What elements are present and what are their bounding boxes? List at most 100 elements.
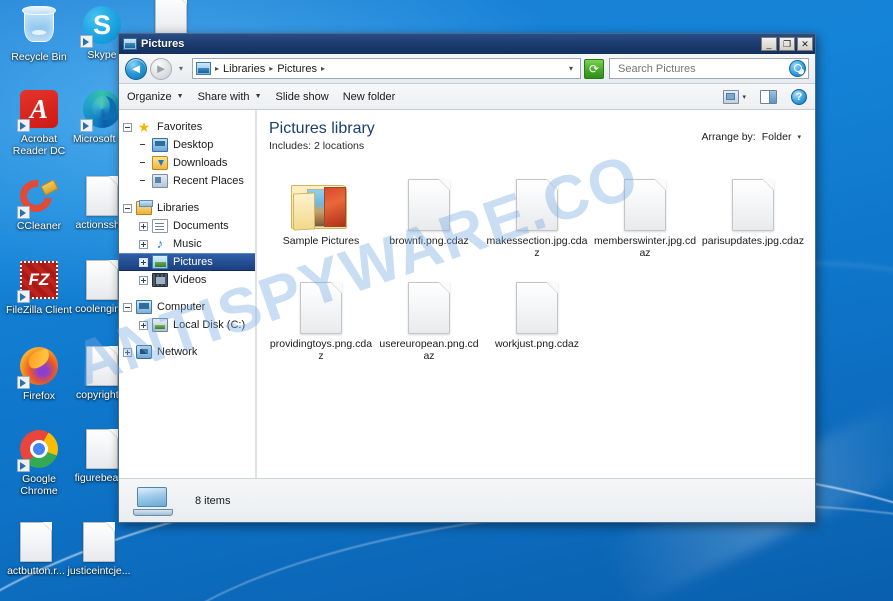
organize-button[interactable]: Organize ▼ <box>127 91 184 103</box>
expand-icon[interactable] <box>139 320 148 330</box>
desktop-icon-filezilla-client[interactable]: FileZilla Client <box>3 259 75 317</box>
sidebar-item-label: Videos <box>173 274 207 286</box>
expand-icon[interactable] <box>139 275 148 285</box>
sidebar-item-computer[interactable]: Computer <box>119 298 255 316</box>
address-dropdown-icon[interactable]: ▾ <box>569 64 577 73</box>
sidebar-item-music[interactable]: ♪ Music <box>119 235 255 253</box>
desktop-icon-ccleaner[interactable]: CCleaner <box>3 173 75 233</box>
sidebar-item-videos[interactable]: Videos <box>119 271 255 289</box>
sidebar-item-libraries[interactable]: Libraries <box>119 199 255 217</box>
file-grid[interactable]: Sample Pictures brownfi.png.cdaz makessect… <box>257 152 815 370</box>
explorer-window[interactable]: Pictures _ ❐ ✕ ◄ ► ▾ ▸ Libraries ▸ Pictu… <box>118 33 816 523</box>
includes-value[interactable]: 2 locations <box>314 140 364 152</box>
desktop-icon-recycle-bin[interactable]: Recycle Bin <box>3 4 75 64</box>
desktop-icon-acrobat-reader-dc[interactable]: Acrobat Reader DC <box>3 88 75 157</box>
help-button[interactable]: ? <box>791 88 807 105</box>
sidebar-item-label: Local Disk (C:) <box>173 319 246 331</box>
refresh-icon[interactable]: ⟳ <box>584 58 604 79</box>
sidebar-item-local-disk-c[interactable]: Local Disk (C:) <box>119 316 255 334</box>
tree-group: Network <box>119 343 255 361</box>
file-name-label: memberswinter.jpg.cdaz <box>593 235 697 259</box>
libraries-icon <box>136 200 153 215</box>
forward-button[interactable]: ► <box>150 57 172 80</box>
shortcut-overlay-icon <box>80 119 93 132</box>
status-item-count: 8 items <box>195 494 231 507</box>
breadcrumb-item-libraries[interactable]: Libraries <box>223 63 265 75</box>
file-item[interactable]: usereuropean.png.cdaz <box>375 267 483 370</box>
collapse-icon[interactable] <box>123 203 132 213</box>
desktop-icon-google-chrome[interactable]: Google Chrome <box>3 428 75 497</box>
desktop-icon-label: Recycle Bin <box>11 51 67 63</box>
arrange-by-label: Arrange by: <box>701 131 756 143</box>
search-icon[interactable] <box>789 60 806 77</box>
sidebar-item-favorites[interactable]: ★ Favorites <box>119 118 255 136</box>
encrypted-file-icon <box>516 179 558 231</box>
minimize-button[interactable]: _ <box>761 37 777 51</box>
desktop-icon-label: CCleaner <box>16 220 62 232</box>
arrange-by-value[interactable]: Folder <box>762 131 792 143</box>
sidebar-item-downloads[interactable]: Downloads <box>119 154 255 172</box>
collapse-icon[interactable] <box>123 302 132 312</box>
file-item[interactable]: makessection.jpg.cdaz <box>483 164 591 267</box>
desktop[interactable]: Recycle BinSSkypeAcrobat Reader DCMicros… <box>0 0 893 601</box>
share-with-button[interactable]: Share with ▼ <box>198 91 262 103</box>
sidebar-item-documents[interactable]: Documents <box>119 217 255 235</box>
file-icon-box <box>485 270 589 334</box>
expand-icon[interactable] <box>123 347 132 357</box>
breadcrumb-item-pictures[interactable]: Pictures <box>277 63 317 75</box>
collapse-icon[interactable] <box>123 122 132 132</box>
favorites-star-icon: ★ <box>137 119 151 135</box>
slide-show-button[interactable]: Slide show <box>276 91 329 103</box>
navigation-pane[interactable]: ★ Favorites Desktop Downloads Recent Places L… <box>119 110 256 478</box>
desktop-icon-firefox[interactable]: Firefox <box>3 345 75 403</box>
close-button[interactable]: ✕ <box>797 37 813 51</box>
sidebar-item-recent-places[interactable]: Recent Places <box>119 172 255 190</box>
content-pane[interactable]: Pictures library Includes: 2 locations A… <box>256 110 815 478</box>
tree-spacer <box>139 141 148 150</box>
breadcrumb[interactable]: ▸ Libraries ▸ Pictures ▸ ▾ <box>192 58 581 79</box>
file-icon <box>86 429 118 469</box>
expand-icon[interactable] <box>139 221 148 231</box>
file-icon <box>86 176 118 216</box>
window-title-bar[interactable]: Pictures _ ❐ ✕ <box>119 34 815 54</box>
file-item[interactable]: memberswinter.jpg.cdaz <box>591 164 699 267</box>
preview-pane-button[interactable] <box>760 89 777 104</box>
page-title: Pictures library <box>269 120 375 137</box>
file-item[interactable]: parisupdates.jpg.cdaz <box>699 164 807 267</box>
file-icon-box <box>377 167 481 231</box>
breadcrumb-separator-1[interactable]: ▸ <box>268 64 274 73</box>
search-box[interactable] <box>609 58 809 79</box>
library-icon <box>196 62 211 75</box>
arrange-by-control[interactable]: Arrange by: Folder ▾ <box>701 119 801 143</box>
desktop-icon-label: actbutton.r... <box>7 565 65 577</box>
file-icon-box <box>485 167 589 231</box>
sidebar-item-network[interactable]: Network <box>119 343 255 361</box>
expand-icon[interactable] <box>139 257 148 267</box>
recent-locations-dropdown[interactable]: ▾ <box>175 64 187 73</box>
sidebar-item-label: Favorites <box>157 121 203 133</box>
computer-icon <box>136 300 152 314</box>
breadcrumb-separator-0[interactable]: ▸ <box>214 64 220 73</box>
sidebar-item-pictures[interactable]: Pictures <box>119 253 255 271</box>
desktop-icon-label: Firefox <box>22 390 56 402</box>
new-folder-button[interactable]: New folder <box>343 91 396 103</box>
expand-icon[interactable] <box>139 239 148 249</box>
desktop-icon-actbutton-r[interactable]: actbutton.r... <box>0 521 72 578</box>
breadcrumb-separator-2[interactable]: ▸ <box>320 64 326 73</box>
file-item[interactable]: Sample Pictures <box>267 164 375 267</box>
file-name-label: workjust.png.cdaz <box>494 338 580 350</box>
search-input[interactable] <box>616 61 789 76</box>
file-item[interactable]: brownfi.png.cdaz <box>375 164 483 267</box>
file-item[interactable]: providingtoys.png.cdaz <box>267 267 375 370</box>
desktop-icon-justiceintcje[interactable]: justiceintcje... <box>63 521 135 578</box>
preview-pane-icon <box>760 89 777 104</box>
sidebar-item-desktop[interactable]: Desktop <box>119 136 255 154</box>
help-icon: ? <box>791 88 807 105</box>
change-view-button[interactable]: ▾ <box>723 89 746 104</box>
file-item[interactable]: workjust.png.cdaz <box>483 267 591 370</box>
music-library-icon: ♪ <box>156 236 164 251</box>
maximize-button[interactable]: ❐ <box>779 37 795 51</box>
tree-spacer <box>139 159 148 168</box>
chevron-down-icon[interactable]: ▾ <box>797 133 801 141</box>
back-button[interactable]: ◄ <box>125 57 147 80</box>
